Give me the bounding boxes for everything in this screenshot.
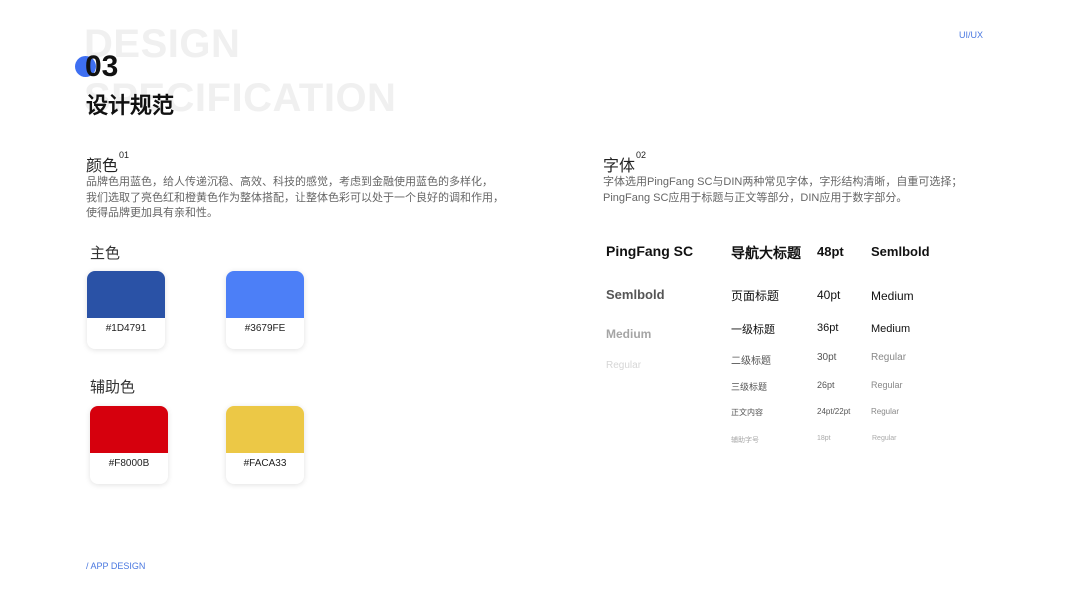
fonts-description: 字体选用PingFang SC与DIN两种常见字体，字形结构清晰，自重可选择； … [603,175,1063,206]
type-row-name: 页面标题 [731,289,780,303]
colors-heading-text: 颜色 [86,158,119,175]
type-row-weight: Regular [871,380,903,390]
swatch-hex: #1D4791 [105,323,147,334]
fonts-desc-line: PingFang SC应用于标题与正文等部分，DIN应用于数字部分。 [603,191,908,204]
fonts-heading: 字体02 [603,150,647,176]
fonts-desc-line: 字体选用PingFang SC与DIN两种常见字体，字形结构清晰，自重可选择； [603,176,963,188]
swatch-fill [226,271,304,318]
secondary-color-label: 辅助色 [90,379,136,396]
font-weight-regular: Regular [606,360,642,371]
swatch-hex: #FACA33 [243,458,287,469]
swatch-card-secondary-2: #FACA33 [226,406,304,484]
font-weight-semibold: Semlbold [606,287,665,302]
corner-tag: UI/UX [959,30,984,40]
type-row-name: 辅助字号 [731,437,759,444]
fonts-heading-sup: 02 [636,150,647,160]
section-number: 03 [85,50,119,83]
colors-desc-line: 我们选取了亮色红和橙黄色作为整体搭配，让整体色彩可以处于一个良好的调和作用， [86,191,504,204]
swatch-fill [87,271,165,318]
type-row-name: 导航大标题 [731,245,801,261]
type-row-size: 26pt [817,380,835,390]
type-row-weight: Medium [871,323,911,335]
font-family-name: PingFang SC [606,243,694,259]
type-row-weight: Regular [871,407,900,416]
type-row-size: 24pt/22pt [817,407,851,416]
type-row-name: 三级标题 [731,382,768,392]
type-row-weight: Medium [871,289,914,303]
fonts-heading-text: 字体 [603,158,636,175]
type-row-weight: Regular [872,435,897,442]
colors-description: 品牌色用蓝色，给人传递沉稳、高效、科技的感觉，考虑到金融使用蓝色的多样化， 我们… [86,175,556,222]
primary-color-label: 主色 [90,245,121,262]
font-weight-medium: Medium [606,327,652,341]
type-row-size: 18pt [817,435,831,442]
type-row-size: 30pt [817,352,837,363]
type-row-size: 36pt [817,322,839,334]
page-title: 设计规范 [86,93,175,118]
swatch-hex: #3679FE [244,323,286,334]
swatch-card-primary-2: #3679FE [226,271,304,349]
type-row-size: 48pt [817,244,844,259]
swatch-card-secondary-1: #F8000B [90,406,168,484]
colors-desc-line: 品牌色用蓝色，给人传递沉稳、高效、科技的感觉，考虑到金融使用蓝色的多样化， [86,176,493,188]
footer-label: / APP DESIGN [86,561,146,571]
colors-heading: 颜色01 [86,150,130,176]
type-row-size: 40pt [817,288,841,302]
type-row-name: 正文内容 [731,408,763,417]
type-row-weight: Semlbold [871,244,930,259]
swatch-fill [226,406,304,453]
swatch-card-primary-1: #1D4791 [87,271,165,349]
type-row-weight: Regular [871,352,907,363]
colors-desc-line: 使得品牌更加具有亲和性。 [86,207,218,219]
type-row-name: 一级标题 [731,324,775,336]
colors-heading-sup: 01 [119,150,130,160]
swatch-hex: #F8000B [108,458,150,469]
type-row-name: 二级标题 [731,356,771,367]
swatch-fill [90,406,168,453]
